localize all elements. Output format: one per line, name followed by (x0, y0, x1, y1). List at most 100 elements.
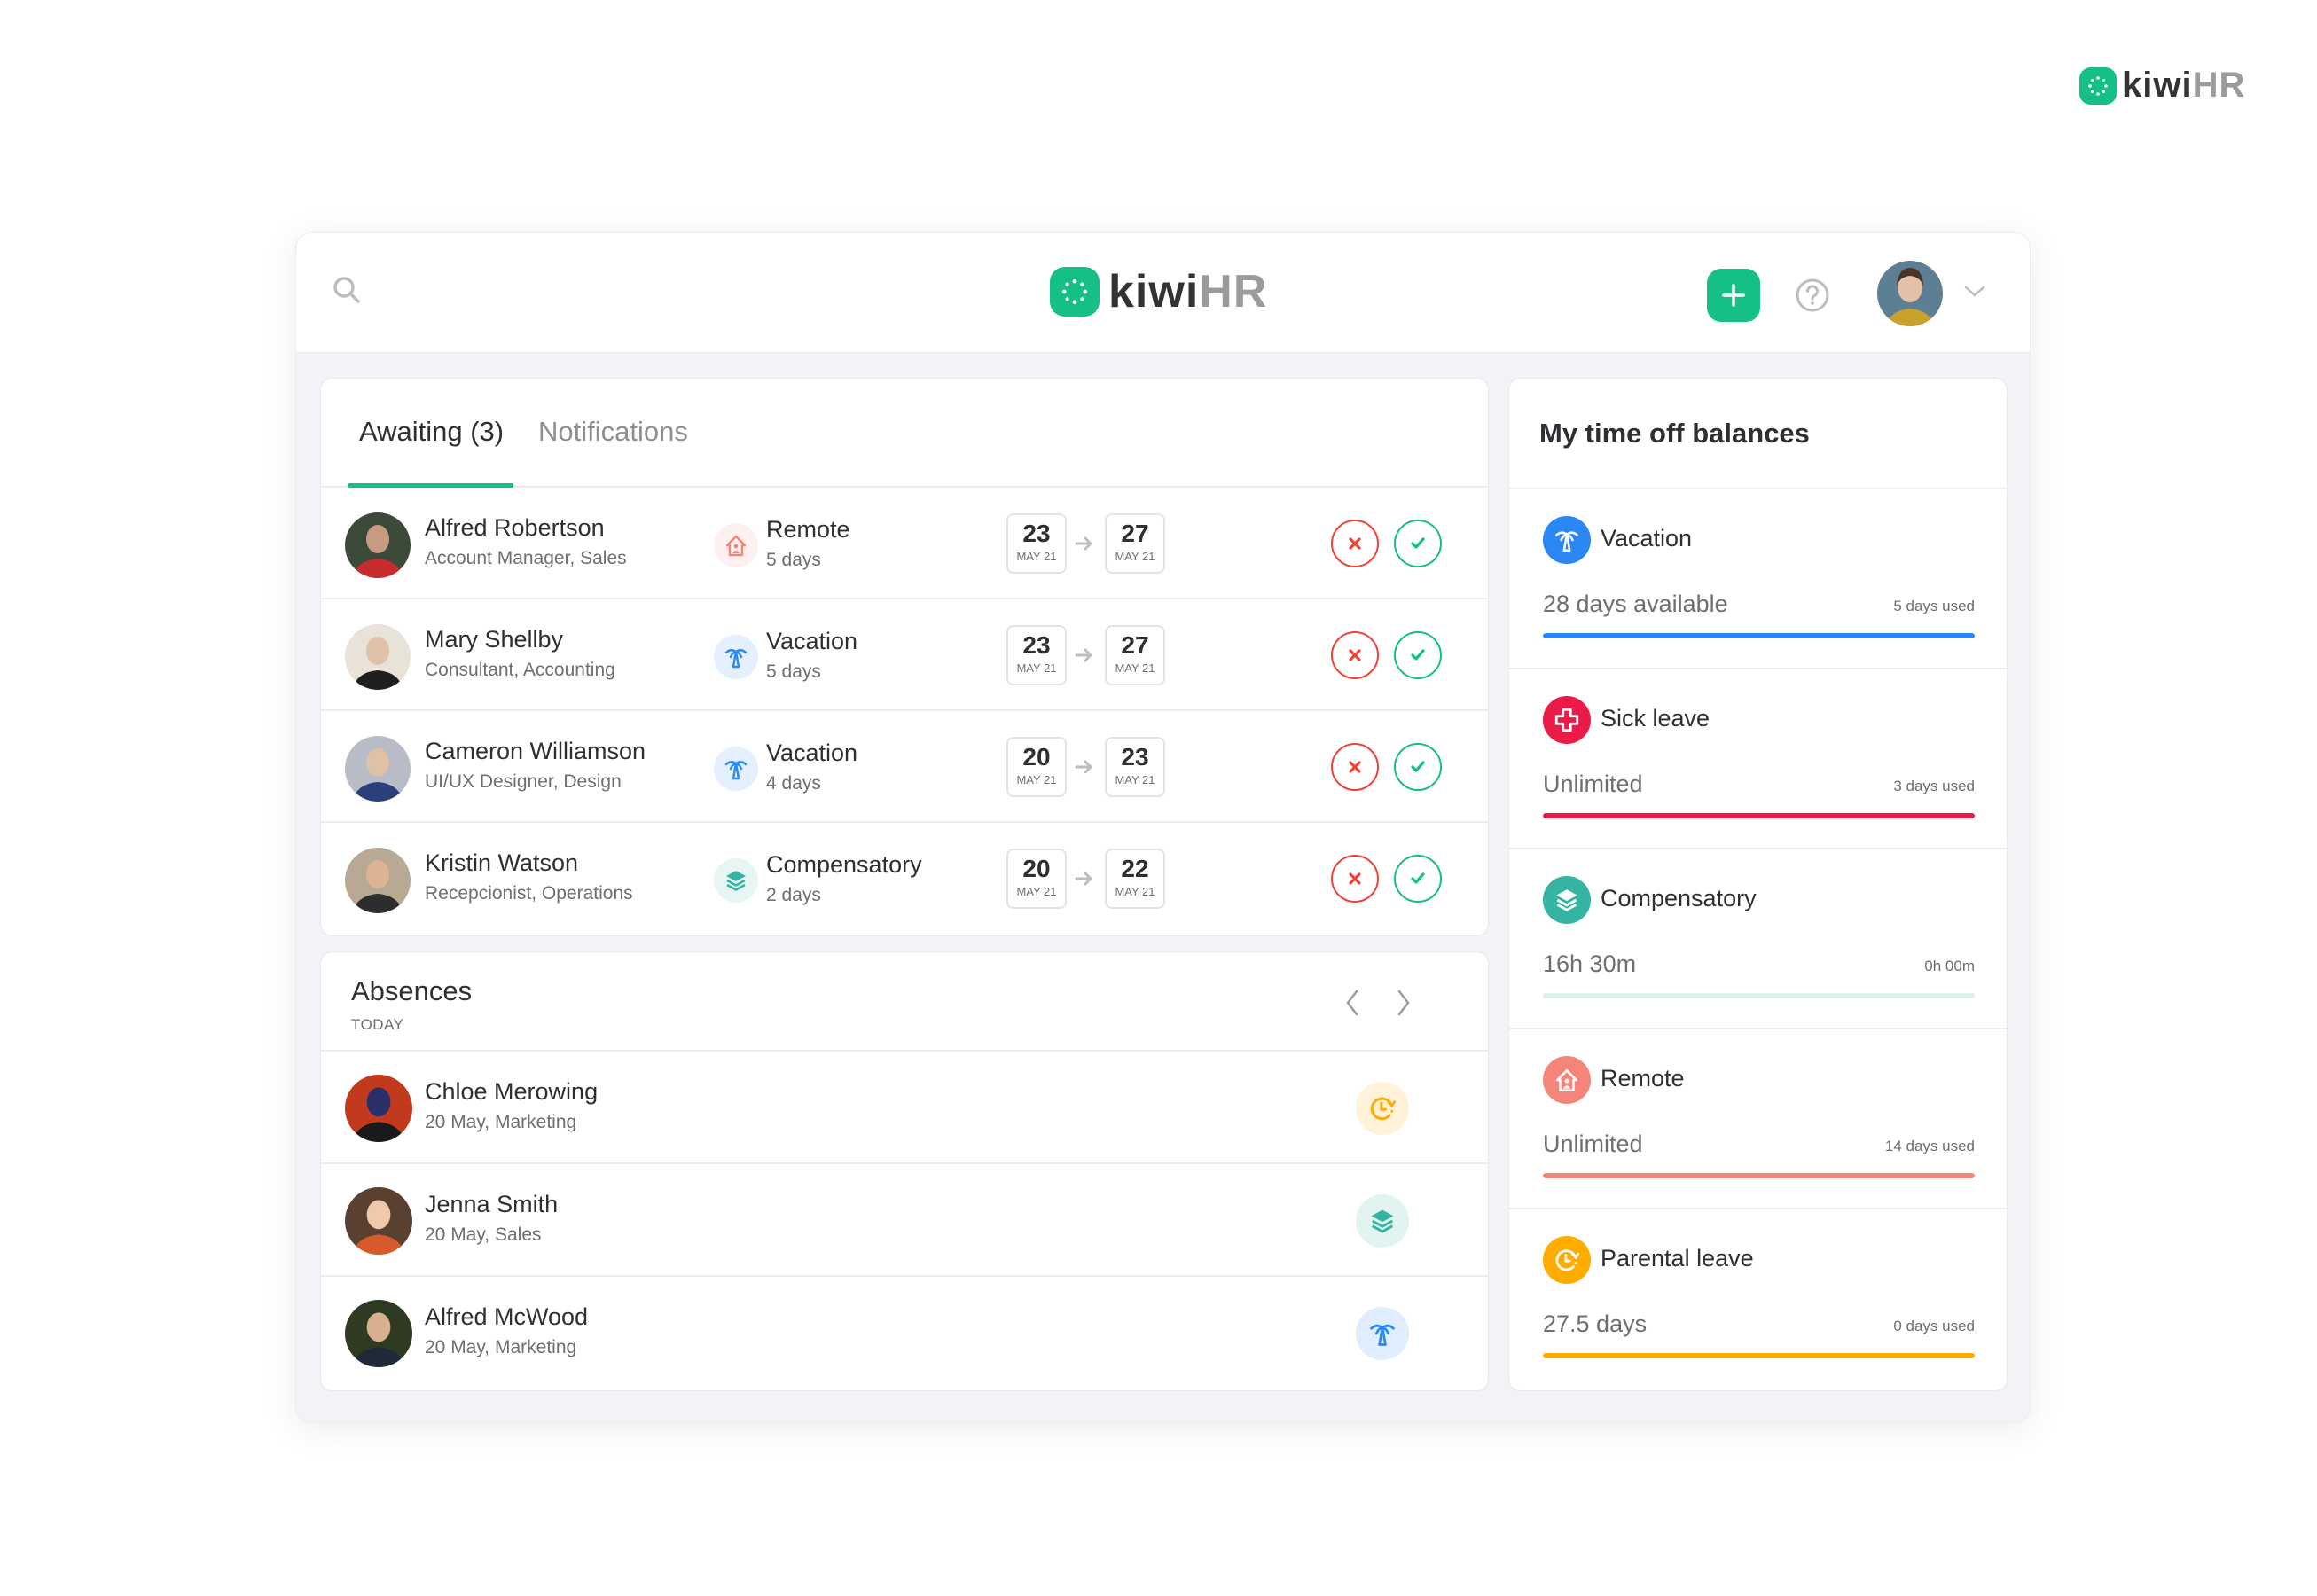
palm-tree-icon (1543, 516, 1591, 564)
help-circle-icon[interactable] (1795, 278, 1830, 313)
employee-name[interactable]: Alfred Robertson (425, 514, 605, 542)
brand-suffix: HR (1199, 266, 1268, 317)
leave-type: Vacation (766, 739, 858, 766)
avatar[interactable] (345, 512, 411, 578)
balance-item[interactable]: Compensatory 16h 30m 0h 00m (1509, 849, 2007, 1029)
end-date: 23 MAY 21 (1105, 737, 1165, 797)
balance-progress-track (1543, 1173, 1975, 1178)
remote-home-icon (1543, 1056, 1591, 1104)
check-icon (1411, 761, 1425, 772)
approve-button[interactable] (1394, 743, 1442, 791)
leave-type: Compensatory (766, 851, 922, 878)
start-month: MAY 21 (1016, 773, 1057, 786)
end-month: MAY 21 (1115, 773, 1155, 786)
approve-button[interactable] (1394, 631, 1442, 679)
add-button[interactable] (1707, 269, 1760, 322)
tab-bar: Awaiting (3) Notifications (321, 379, 1488, 488)
balance-item[interactable]: Vacation 28 days available 5 days used (1509, 489, 2007, 669)
avatar[interactable] (345, 1075, 412, 1142)
reject-button[interactable] (1331, 631, 1379, 679)
end-day: 23 (1121, 743, 1149, 771)
brand-suffix: HR (2192, 66, 2246, 105)
balances-title: My time off balances (1539, 418, 1810, 449)
corner-brand-logo: kiwiHR (2079, 66, 2245, 106)
approve-button[interactable] (1394, 520, 1442, 567)
start-date: 20 MAY 21 (1006, 737, 1067, 797)
user-avatar[interactable] (1877, 261, 1943, 326)
balance-used: 0 days used (1893, 1318, 1975, 1334)
absences-card: Absences TODAY Chloe Merowing 20 May, Ma… (320, 951, 1489, 1391)
absences-subtitle: TODAY (351, 1016, 404, 1033)
close-icon (1349, 761, 1361, 773)
end-month: MAY 21 (1115, 550, 1155, 563)
balance-available: Unlimited (1543, 1130, 1643, 1157)
balance-item[interactable]: Remote Unlimited 14 days used (1509, 1029, 2007, 1209)
balance-used: 3 days used (1893, 778, 1975, 794)
plus-icon (1722, 284, 1745, 307)
close-icon (1349, 872, 1361, 885)
parental-clock-icon (1543, 1236, 1591, 1284)
balance-progress-track (1543, 993, 1975, 998)
end-day: 27 (1121, 520, 1149, 547)
search-icon[interactable] (330, 273, 365, 309)
request-row: Cameron Williamson UI/UX Designer, Desig… (321, 711, 1488, 823)
start-day: 23 (1022, 520, 1051, 547)
reject-button[interactable] (1331, 855, 1379, 903)
chevron-down-icon[interactable] (1963, 283, 1986, 301)
start-day: 20 (1022, 743, 1051, 771)
balance-progress-track (1543, 1353, 1975, 1358)
avatar[interactable] (345, 1300, 412, 1367)
close-icon (1349, 649, 1361, 661)
balance-name: Remote (1601, 1065, 1685, 1091)
approve-button[interactable] (1394, 855, 1442, 903)
brand-logo[interactable]: kiwiHR (1050, 265, 1267, 318)
chevron-right-icon[interactable] (1392, 986, 1415, 1020)
employee-name[interactable]: Mary Shellby (425, 626, 563, 653)
leave-type: Remote (766, 516, 850, 543)
absences-title: Absences (351, 975, 473, 1006)
start-month: MAY 21 (1016, 550, 1057, 563)
avatar[interactable] (345, 624, 411, 690)
employee-name[interactable]: Chloe Merowing (425, 1078, 598, 1106)
remote-home-icon (714, 523, 758, 567)
employee-name[interactable]: Alfred McWood (425, 1303, 588, 1331)
absence-row: Chloe Merowing 20 May, Marketing (321, 1052, 1488, 1164)
start-month: MAY 21 (1016, 661, 1057, 675)
top-bar: kiwiHR (296, 233, 2030, 353)
end-month: MAY 21 (1115, 661, 1155, 675)
balances-card: My time off balances Vacation 28 days av… (1508, 378, 2008, 1391)
employee-name[interactable]: Cameron Williamson (425, 738, 646, 765)
end-day: 27 (1121, 631, 1149, 659)
arrow-right-icon (1075, 872, 1094, 886)
palm-tree-icon (714, 635, 758, 679)
balance-available: 27.5 days (1543, 1310, 1648, 1337)
end-date: 27 MAY 21 (1105, 625, 1165, 685)
tab-awaiting[interactable]: Awaiting (3) (359, 416, 504, 448)
layers-icon (1543, 876, 1591, 924)
reject-button[interactable] (1331, 520, 1379, 567)
reject-button[interactable] (1331, 743, 1379, 791)
balance-item[interactable]: Parental leave 27.5 days 0 days used (1509, 1209, 2007, 1389)
end-date: 27 MAY 21 (1105, 513, 1165, 574)
chevron-left-icon[interactable] (1341, 986, 1364, 1020)
employee-name[interactable]: Jenna Smith (425, 1191, 558, 1218)
start-date: 20 MAY 21 (1006, 849, 1067, 909)
check-icon (1411, 872, 1425, 884)
balance-used: 14 days used (1884, 1138, 1975, 1154)
balance-name: Sick leave (1601, 705, 1710, 732)
leave-duration: 4 days (766, 773, 821, 794)
balance-progress-fill (1543, 633, 1975, 638)
tab-notifications[interactable]: Notifications (538, 416, 688, 448)
palm-tree-icon (1356, 1307, 1409, 1360)
brand-name: kiwi (1108, 266, 1200, 317)
employee-name[interactable]: Kristin Watson (425, 849, 578, 877)
avatar[interactable] (345, 848, 411, 913)
arrow-right-icon (1075, 760, 1094, 774)
layers-icon (714, 858, 758, 903)
check-icon (1411, 537, 1425, 549)
avatar[interactable] (345, 1187, 412, 1255)
balance-available: 16h 30m (1543, 951, 1637, 977)
employee-role: UI/UX Designer, Design (425, 771, 622, 792)
avatar[interactable] (345, 736, 411, 802)
balance-item[interactable]: Sick leave Unlimited 3 days used (1509, 669, 2007, 849)
